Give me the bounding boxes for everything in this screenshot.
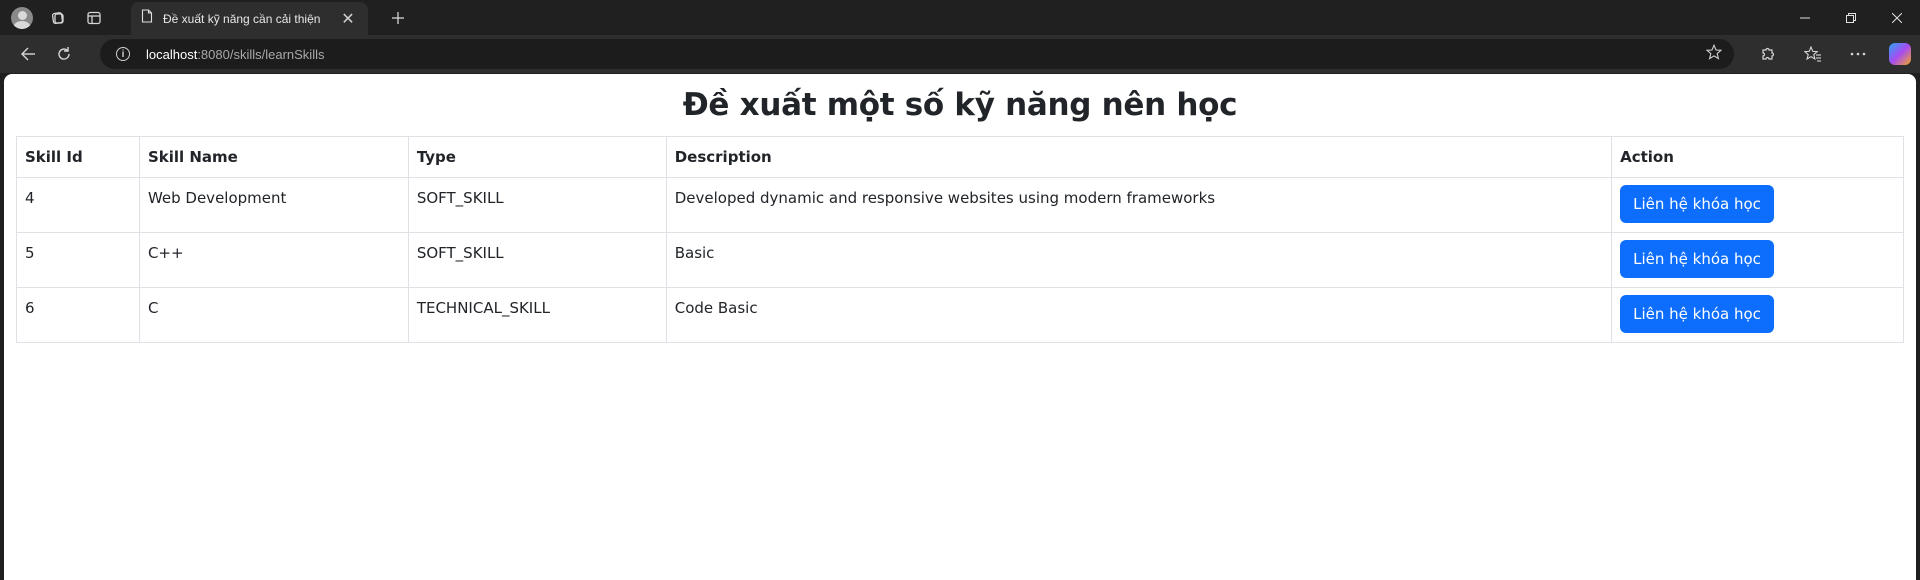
table-row: 6 C TECHNICAL_SKILL Code Basic Liên hệ k… <box>16 287 1904 343</box>
tab-actions-icon[interactable] <box>76 0 112 35</box>
contact-course-button[interactable]: Liên hệ khóa học <box>1620 185 1774 223</box>
puzzle-icon[interactable] <box>1745 35 1790 73</box>
address-bar[interactable]: i localhost:8080/skills/learnSkills <box>100 39 1734 69</box>
copilot-icon[interactable] <box>1880 35 1920 73</box>
toolbar: i localhost:8080/skills/learnSkills <box>0 35 1920 73</box>
cell-action: Liên hệ khóa học <box>1611 287 1904 343</box>
page-title: Đề xuất một số kỹ năng nên học <box>682 87 1238 123</box>
table-row: 4 Web Development SOFT_SKILL Developed d… <box>16 177 1904 233</box>
restore-icon[interactable] <box>1828 0 1874 35</box>
cell-type: SOFT_SKILL <box>407 232 667 288</box>
cell-skill-name: C++ <box>138 232 409 288</box>
table-row: 5 C++ SOFT_SKILL Basic Liên hệ khóa học <box>16 232 1904 288</box>
cell-description: Code Basic <box>665 287 1613 343</box>
favorites-icon[interactable] <box>1790 35 1835 73</box>
skills-table: Skill Id Skill Name Type Description Act… <box>16 136 1904 343</box>
page-viewport: Đề xuất một số kỹ năng nên học Skill Id … <box>4 74 1916 580</box>
url-host: localhost <box>146 46 198 62</box>
window-controls <box>1782 0 1920 35</box>
url-path: :8080/skills/learnSkills <box>197 46 325 62</box>
profile-icon[interactable] <box>4 0 40 35</box>
contact-course-button[interactable]: Liên hệ khóa học <box>1620 295 1774 333</box>
cell-skill-id: 6 <box>16 287 140 343</box>
cell-skill-id: 5 <box>16 232 140 288</box>
header-skill-name: Skill Name <box>138 136 409 178</box>
page-icon <box>141 9 153 28</box>
toolbar-right <box>1745 35 1920 73</box>
cell-action: Liên hệ khóa học <box>1611 177 1904 233</box>
cell-type: SOFT_SKILL <box>407 177 667 233</box>
tab-strip: Đề xuất kỹ năng cần cải thiện ✕ <box>0 0 1920 35</box>
cell-skill-name: C <box>138 287 409 343</box>
cell-action: Liên hệ khóa học <box>1611 232 1904 288</box>
cell-description: Developed dynamic and responsive website… <box>665 177 1613 233</box>
url-text: localhost:8080/skills/learnSkills <box>146 47 324 62</box>
browser-window: Đề xuất kỹ năng cần cải thiện ✕ i localh… <box>0 0 1920 580</box>
header-skill-id: Skill Id <box>16 136 140 178</box>
close-icon[interactable]: ✕ <box>338 9 358 29</box>
tab-title: Đề xuất kỹ năng cần cải thiện <box>163 11 321 26</box>
cell-description: Basic <box>665 232 1613 288</box>
cell-skill-name: Web Development <box>138 177 409 233</box>
workspaces-icon[interactable] <box>40 0 76 35</box>
tab-active[interactable]: Đề xuất kỹ năng cần cải thiện ✕ <box>131 2 368 35</box>
refresh-icon[interactable] <box>46 38 82 70</box>
star-icon[interactable] <box>1705 43 1723 65</box>
header-description: Description <box>665 136 1613 178</box>
window-close-icon[interactable] <box>1874 0 1920 35</box>
contact-course-button[interactable]: Liên hệ khóa học <box>1620 240 1774 278</box>
header-type: Type <box>407 136 667 178</box>
table-header-row: Skill Id Skill Name Type Description Act… <box>16 136 1904 178</box>
info-icon[interactable]: i <box>116 47 130 61</box>
cell-skill-id: 4 <box>16 177 140 233</box>
header-action: Action <box>1611 136 1904 178</box>
minimize-icon[interactable] <box>1782 0 1828 35</box>
more-icon[interactable] <box>1835 35 1880 73</box>
cell-type: TECHNICAL_SKILL <box>407 287 667 343</box>
back-arrow-icon[interactable] <box>10 38 46 70</box>
plus-icon[interactable] <box>380 0 416 35</box>
